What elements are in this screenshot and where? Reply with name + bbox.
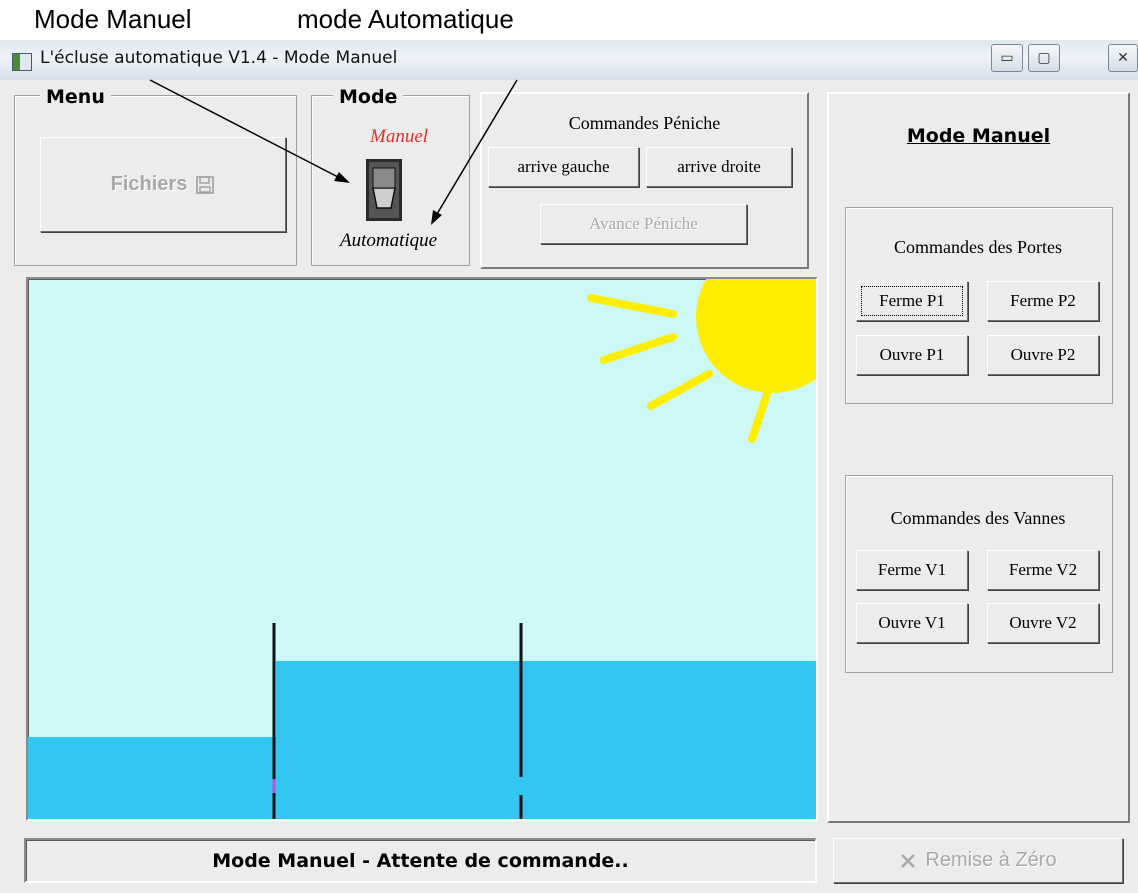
floppy-disk-icon [195, 175, 215, 195]
mode-group-title: Mode [333, 86, 404, 108]
downstream-water [28, 737, 276, 819]
maximize-button[interactable]: ▢ [1028, 44, 1060, 72]
close-p2-button[interactable]: Ferme P2 [987, 281, 1099, 321]
arrive-right-button[interactable]: arrive droite [646, 147, 792, 187]
x-mark-icon [899, 852, 917, 870]
peniche-panel-title: Commandes Péniche [568, 113, 721, 133]
valves-group-title: Commandes des Vannes [890, 508, 1066, 528]
status-text: Mode Manuel - Attente de commande.. [212, 849, 629, 872]
annotation-manual: Mode Manuel [34, 4, 192, 34]
minimize-button[interactable]: ▭ [991, 44, 1023, 72]
lock-scene [26, 277, 818, 821]
right-panel-title: Mode Manuel [906, 125, 1051, 147]
lock-chamber-water [276, 661, 816, 819]
sun-icon [587, 279, 816, 443]
reset-button[interactable]: Remise à Zéro [833, 838, 1123, 883]
annotation-automatic: mode Automatique [297, 4, 514, 34]
close-button[interactable]: ✕ [1108, 44, 1138, 72]
open-p2-button[interactable]: Ouvre P2 [987, 335, 1099, 375]
menu-group-title: Menu [40, 86, 111, 108]
open-v2-button[interactable]: Ouvre V2 [987, 603, 1099, 643]
open-v1-button[interactable]: Ouvre V1 [856, 603, 968, 643]
app-icon [12, 53, 32, 71]
right-panel [827, 92, 1130, 823]
advance-boat-button[interactable]: Avance Péniche [540, 204, 747, 244]
automatic-mode-label: Automatique [340, 230, 438, 251]
reset-button-label: Remise à Zéro [925, 849, 1057, 871]
manual-mode-label: Manuel [370, 126, 429, 147]
status-bar: Mode Manuel - Attente de commande.. [24, 838, 817, 883]
files-button[interactable]: Fichiers [40, 137, 286, 232]
mode-toggle-switch[interactable] [365, 158, 403, 222]
close-v1-button[interactable]: Ferme V1 [856, 550, 968, 590]
close-v2-button[interactable]: Ferme V2 [987, 550, 1099, 590]
open-p1-button[interactable]: Ouvre P1 [856, 335, 968, 375]
files-button-label: Fichiers [110, 173, 188, 195]
arrive-left-button[interactable]: arrive gauche [488, 147, 639, 187]
window-title: L'écluse automatique V1.4 - Mode Manuel [40, 48, 398, 68]
close-p1-button[interactable]: Ferme P1 [856, 281, 968, 321]
doors-group-title: Commandes des Portes [894, 237, 1062, 257]
